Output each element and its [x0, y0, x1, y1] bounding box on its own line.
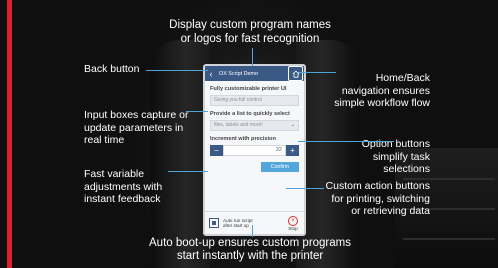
annotation-auto-boot: Auto boot-up ensures custom programs sta… — [118, 237, 382, 263]
annotation-input-boxes: Input boxes capture or update parameters… — [84, 109, 188, 147]
callout-line — [298, 72, 336, 73]
field-label-list: Provide a list to quickly select — [210, 111, 290, 117]
stop-icon: × — [288, 215, 298, 226]
callout-line — [168, 171, 208, 172]
annotation-line: Display custom program names — [169, 19, 331, 31]
annotation-line: or retrieving data — [351, 205, 430, 217]
callout-line — [286, 188, 324, 189]
annotation-line: Custom action buttons — [325, 180, 430, 192]
annotation-line: Input boxes capture or — [84, 109, 189, 121]
callout-line — [186, 111, 208, 112]
autorun-label: Auto run script after start up — [223, 217, 253, 229]
annotation-line: update parameters in — [84, 121, 184, 134]
decrement-button[interactable]: − — [210, 145, 223, 156]
annotation-line: simple workflow flow — [334, 97, 430, 109]
field-label-ui: Fully customizable printer UI — [210, 86, 287, 92]
annotation-variable-adjustments: Fast variable adjustments with instant f… — [84, 168, 162, 206]
annotation-line: navigation ensures — [341, 84, 430, 97]
increment-button[interactable]: + — [286, 145, 299, 156]
annotation-line: real time — [84, 134, 125, 146]
stop-button[interactable]: × Stop — [288, 215, 298, 231]
screen-body: Fully customizable printer UI Giving you… — [205, 81, 304, 175]
back-button[interactable]: ‹ — [205, 66, 217, 81]
printer-screen: ‹ OX Script Demo Fully customizable prin… — [203, 64, 306, 236]
annotation-home-back: Home/Back navigation ensures simple work… — [318, 72, 430, 110]
screen-footer: Auto run script after start up × Stop — [205, 211, 304, 234]
annotation-line: or logos for fast recognition — [180, 33, 320, 45]
callout-line — [146, 70, 208, 71]
annotation-line: selections — [383, 163, 430, 175]
annotation-line: start instantly with the printer — [176, 250, 324, 262]
field-label-increment: Increment with precision — [210, 136, 276, 142]
home-icon — [292, 70, 299, 78]
slot — [403, 238, 495, 240]
confirm-button[interactable]: Confirm — [261, 162, 299, 172]
home-button[interactable] — [288, 66, 303, 81]
callout-line — [252, 48, 253, 66]
annotation-back-button: Back button — [84, 63, 140, 75]
printer-body-left — [150, 40, 210, 268]
quantity-stepper: − 32 + — [210, 145, 299, 156]
screen-title: OX Script Demo — [219, 70, 258, 77]
select-list[interactable]: files, labels and more! ⌄ — [210, 120, 299, 131]
annotation-program-names: Display custom program names or logos fo… — [130, 18, 370, 46]
autorun-checkbox[interactable] — [209, 218, 219, 228]
annotation-line: Home/Back — [375, 72, 430, 84]
screen-header: ‹ OX Script Demo — [205, 66, 304, 81]
annotation-line: adjustments with — [84, 180, 163, 193]
text-input-ui[interactable]: Giving you full control — [210, 95, 299, 106]
annotation-line: simplify task — [372, 150, 430, 163]
chevron-down-icon: ⌄ — [290, 122, 295, 128]
annotation-line: Fast variable — [84, 168, 145, 180]
annotation-line: instant feedback — [84, 193, 161, 205]
annotation-option-buttons: Option buttons simplify task selections — [330, 138, 430, 176]
chevron-left-icon: ‹ — [209, 68, 213, 79]
annotation-line: for printing, switching — [331, 192, 430, 205]
select-value: files, labels and more! — [214, 122, 263, 128]
callout-line — [252, 225, 253, 237]
accent-bar — [7, 0, 12, 268]
annotation-custom-actions: Custom action buttons for printing, swit… — [312, 180, 430, 218]
annotation-line: Option buttons — [361, 138, 430, 150]
stepper-value[interactable]: 32 — [223, 145, 286, 156]
annotation-line: Auto boot-up ensures custom programs — [149, 237, 351, 249]
stop-label: Stop — [288, 225, 298, 231]
callout-line — [298, 141, 394, 142]
